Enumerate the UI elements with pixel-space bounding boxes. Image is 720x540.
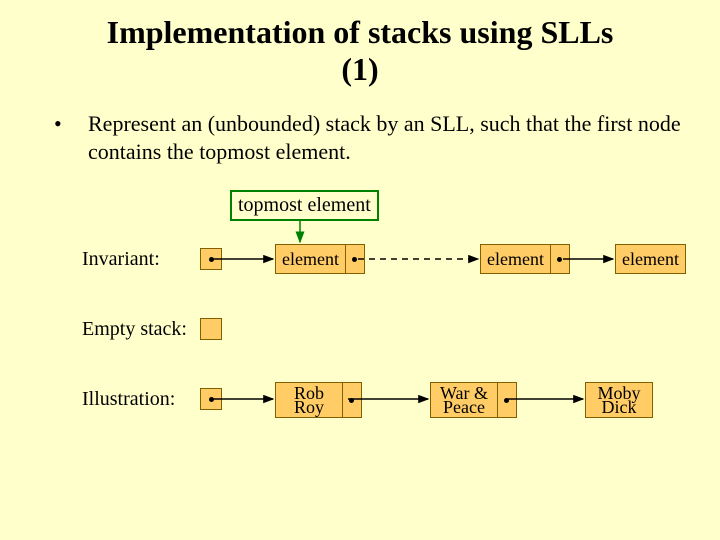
node-value-line2: Roy <box>282 400 336 414</box>
dot-icon <box>209 397 214 402</box>
slide-title: Implementation of stacks using SLLs (1) <box>0 14 720 88</box>
node-value: War & Peace <box>431 383 498 417</box>
callout-text: topmost element <box>238 194 371 216</box>
node-value: Moby Dick <box>586 383 652 417</box>
bullet-dot: • <box>50 110 88 165</box>
node-pointer <box>343 383 361 417</box>
node-value-line2: Dick <box>592 400 646 414</box>
arrows-overlay <box>50 190 690 510</box>
node-illustration-3: Moby Dick <box>585 382 653 418</box>
bullet-text: Represent an (unbounded) stack by an SLL… <box>88 110 690 165</box>
node-value: element <box>276 245 346 273</box>
dot-icon <box>352 257 357 262</box>
node-pointer <box>551 245 569 273</box>
node-value-line2: Peace <box>437 400 491 414</box>
label-illustration: Illustration: <box>82 388 175 411</box>
node-invariant-2: element <box>480 244 570 274</box>
node-value: element <box>481 245 551 273</box>
label-invariant: Invariant: <box>82 248 160 271</box>
dot-icon <box>209 257 214 262</box>
node-value: element <box>616 245 685 273</box>
callout-topmost: topmost element <box>230 190 379 221</box>
node-pointer <box>346 245 364 273</box>
head-box-illustration <box>200 388 222 410</box>
bullet-item: • Represent an (unbounded) stack by an S… <box>50 110 690 165</box>
node-illustration-1: Rob Roy <box>275 382 362 418</box>
title-line-2: (1) <box>341 51 378 87</box>
node-pointer <box>498 383 516 417</box>
node-value: Rob Roy <box>276 383 343 417</box>
dot-icon <box>504 398 509 403</box>
node-illustration-2: War & Peace <box>430 382 517 418</box>
head-box-empty <box>200 318 222 340</box>
slide-body: • Represent an (unbounded) stack by an S… <box>50 110 690 165</box>
dot-icon <box>557 257 562 262</box>
head-box-invariant <box>200 248 222 270</box>
slide: Implementation of stacks using SLLs (1) … <box>0 0 720 540</box>
dot-icon <box>349 398 354 403</box>
title-line-1: Implementation of stacks using SLLs <box>107 14 614 50</box>
node-invariant-1: element <box>275 244 365 274</box>
label-empty: Empty stack: <box>82 318 187 341</box>
node-invariant-3: element <box>615 244 686 274</box>
diagram-area: topmost element Invariant: element eleme… <box>50 190 690 510</box>
